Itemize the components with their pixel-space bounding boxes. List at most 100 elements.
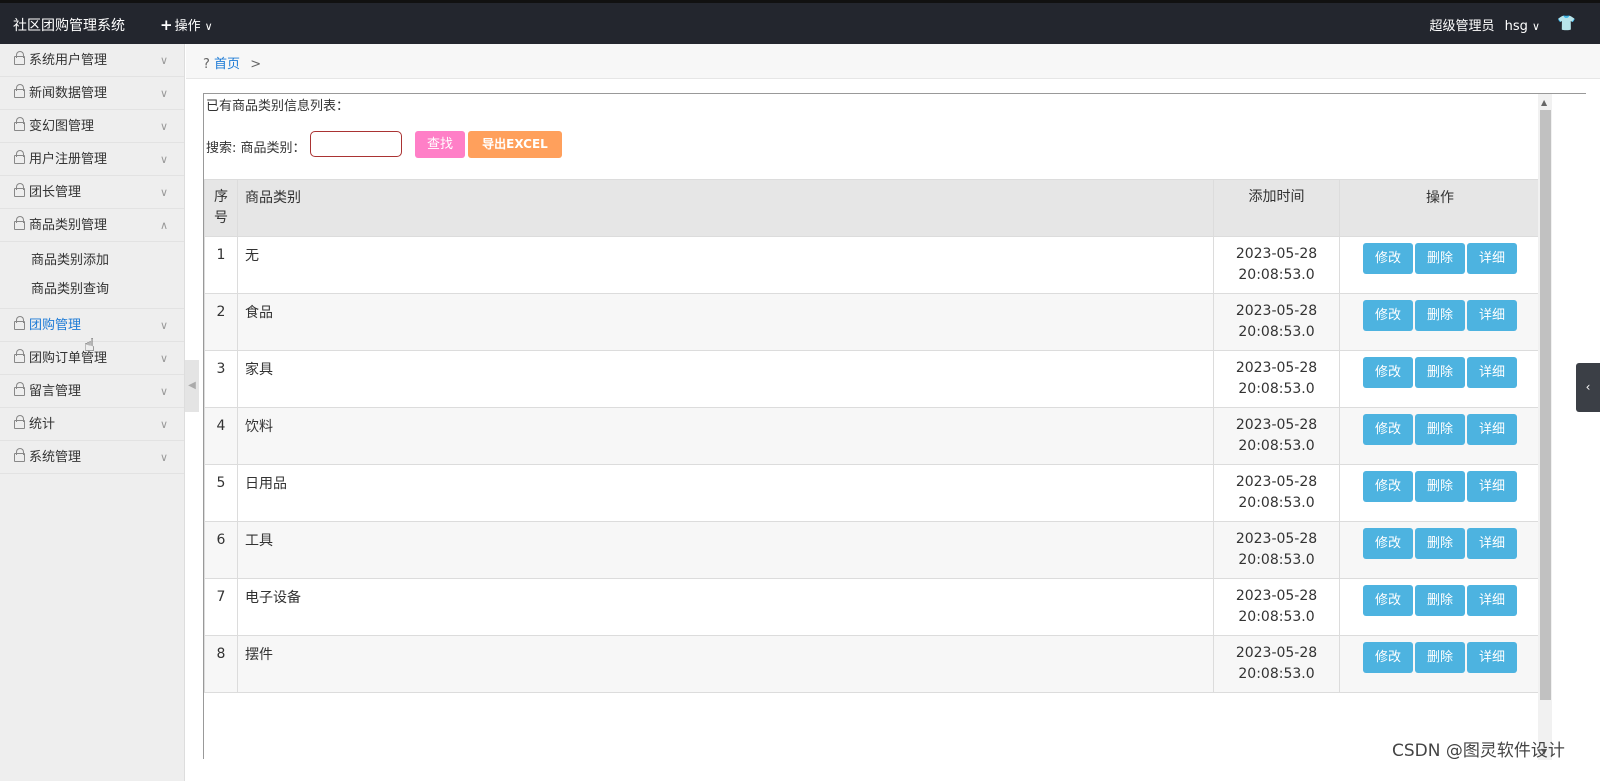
edit-button[interactable]: 修改 [1363,243,1413,274]
sidebar-subitem[interactable]: 商品类别添加 [0,246,184,275]
lock-icon [14,382,25,396]
sidebar-collapse-toggle[interactable]: ◀ [185,360,199,412]
sidebar-item[interactable]: 系统用户管理 ∨ [0,44,184,77]
delete-button[interactable]: 删除 [1415,243,1465,274]
table-row: 2 食品 2023-05-28 20:08:53.0 修改 删除 详细 [204,293,1541,351]
plus-icon: + [160,16,173,34]
sidebar-item[interactable]: 统计 ∨ [0,408,184,441]
right-panel-toggle[interactable]: ‹ [1576,363,1600,412]
row-index: 1 [204,236,238,294]
lock-icon [14,448,25,462]
theme-shirt-icon[interactable]: 👕 [1557,14,1576,32]
sidebar-item[interactable]: 留言管理 ∨ [0,375,184,408]
row-index: 7 [204,578,238,636]
row-operations: 修改 删除 详细 [1339,464,1541,522]
edit-button[interactable]: 修改 [1363,357,1413,388]
chevron-down-icon: ∨ [159,54,168,67]
edit-button[interactable]: 修改 [1363,471,1413,502]
table-row: 5 日用品 2023-05-28 20:08:53.0 修改 删除 详细 [204,464,1541,522]
detail-button[interactable]: 详细 [1467,528,1517,559]
row-time: 20:08:53.0 [1238,267,1315,283]
edit-button[interactable]: 修改 [1363,300,1413,331]
delete-button[interactable]: 删除 [1415,414,1465,445]
row-operations: 修改 删除 详细 [1339,635,1541,693]
edit-button[interactable]: 修改 [1363,642,1413,673]
lock-icon [14,51,25,65]
delete-button[interactable]: 删除 [1415,357,1465,388]
row-added-time: 2023-05-28 20:08:53.0 [1213,293,1340,351]
lock-icon [14,117,25,131]
detail-button[interactable]: 详细 [1467,243,1517,274]
row-category: 无 [237,236,1214,294]
row-time: 20:08:53.0 [1238,495,1315,511]
delete-button[interactable]: 删除 [1415,528,1465,559]
export-excel-button[interactable]: 导出EXCEL [468,131,562,158]
delete-button[interactable]: 删除 [1415,585,1465,616]
delete-button[interactable]: 删除 [1415,471,1465,502]
search-button[interactable]: 查找 [415,131,465,158]
table-row: 4 饮料 2023-05-28 20:08:53.0 修改 删除 详细 [204,407,1541,465]
sidebar-item[interactable]: 商品类别管理 ∧ [0,209,184,242]
edit-button[interactable]: 修改 [1363,414,1413,445]
row-time: 20:08:53.0 [1238,381,1315,397]
table-row: 6 工具 2023-05-28 20:08:53.0 修改 删除 详细 [204,521,1541,579]
lock-icon [14,183,25,197]
row-operations: 修改 删除 详细 [1339,578,1541,636]
row-time: 20:08:53.0 [1238,552,1315,568]
user-menu[interactable]: 超级管理员 hsg ∨ [1430,15,1540,34]
breadcrumb-home-link[interactable]: 首页 [214,57,240,72]
row-date: 2023-05-28 [1235,588,1318,604]
sidebar-item[interactable]: 团长管理 ∨ [0,176,184,209]
row-date: 2023-05-28 [1235,645,1318,661]
sidebar-item[interactable]: 用户注册管理 ∨ [0,143,184,176]
row-index: 2 [204,293,238,351]
user-role: 超级管理员 [1429,19,1495,34]
list-title: 已有商品类别信息列表： [206,99,350,114]
lock-icon [14,216,25,230]
detail-button[interactable]: 详细 [1467,585,1517,616]
detail-button[interactable]: 详细 [1467,300,1517,331]
delete-button[interactable]: 删除 [1415,300,1465,331]
detail-button[interactable]: 详细 [1467,471,1517,502]
edit-button[interactable]: 修改 [1363,585,1413,616]
row-added-time: 2023-05-28 20:08:53.0 [1213,635,1340,693]
chevron-down-icon: ∨ [1531,20,1540,33]
scrollbar-thumb[interactable] [1540,110,1551,700]
sidebar-subitem[interactable]: 商品类别查询 [0,275,184,304]
breadcrumb-prefix: ? [203,57,210,72]
category-search-input[interactable] [310,131,402,157]
row-operations: 修改 删除 详细 [1339,350,1541,408]
sidebar-item[interactable]: 新闻数据管理 ∨ [0,77,184,110]
row-date: 2023-05-28 [1235,360,1318,376]
vertical-scrollbar[interactable]: ▲ ▼ [1538,94,1552,760]
detail-button[interactable]: 详细 [1467,642,1517,673]
detail-button[interactable]: 详细 [1467,414,1517,445]
sidebar-item[interactable]: 变幻图管理 ∨ [0,110,184,143]
row-date: 2023-05-28 [1235,417,1318,433]
detail-button[interactable]: 详细 [1467,357,1517,388]
chevron-down-icon: ∨ [159,153,168,166]
chevron-down-icon: ∨ [159,418,168,431]
chevron-down-icon: ∨ [159,87,168,100]
chevron-down-icon: ∨ [159,451,168,464]
sidebar-item[interactable]: 系统管理 ∨ [0,441,184,474]
operations-menu[interactable]: + 操作 ∨ [160,15,213,34]
chevron-down-icon: ∨ [159,319,168,332]
sidebar-item-label: 团购管理 [29,318,82,333]
row-category: 摆件 [237,635,1214,693]
lock-icon [14,84,25,98]
chevron-up-icon: ∧ [159,219,168,232]
sidebar-item-label: 新闻数据管理 [29,86,108,101]
sidebar-item-label: 系统管理 [29,450,82,465]
row-date: 2023-05-28 [1235,303,1318,319]
hand-cursor-icon: ☝ [84,335,95,356]
chevron-down-icon: ∨ [159,352,168,365]
row-index: 4 [204,407,238,465]
scroll-up-arrow-icon[interactable]: ▲ [1541,98,1547,107]
row-added-time: 2023-05-28 20:08:53.0 [1213,407,1340,465]
sidebar-item-label: 团长管理 [29,185,82,200]
delete-button[interactable]: 删除 [1415,642,1465,673]
edit-button[interactable]: 修改 [1363,528,1413,559]
table-header-row: 序号 商品类别 添加时间 操作 [204,179,1541,237]
sidebar-item-label: 留言管理 [29,384,82,399]
